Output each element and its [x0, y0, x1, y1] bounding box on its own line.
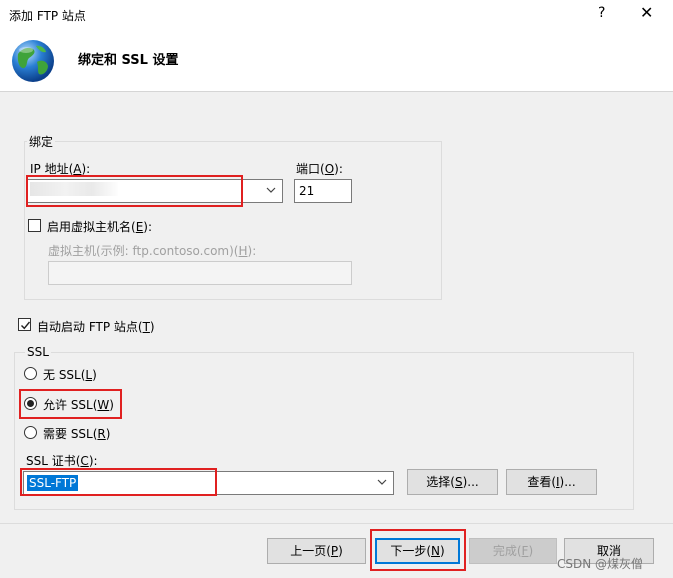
vhost-input	[48, 261, 352, 285]
close-button[interactable]: ✕	[640, 3, 653, 22]
ssl-cert-combo[interactable]: SSL-FTP	[23, 471, 394, 495]
globe-icon	[12, 40, 54, 82]
next-button[interactable]: 下一步(N)	[375, 538, 460, 564]
vhost-checkbox[interactable]	[28, 219, 41, 232]
select-cert-button[interactable]: 选择(S)...	[407, 469, 498, 495]
autostart-label: 自动启动 FTP 站点(T)	[37, 320, 155, 334]
vhost-checkbox-label: 启用虚拟主机名(E):	[47, 220, 153, 234]
footer-divider	[0, 523, 673, 524]
previous-button[interactable]: 上一页(P)	[267, 538, 366, 564]
ssl-allow-radio[interactable]	[24, 397, 37, 410]
ssl-group-label: SSL	[25, 345, 51, 359]
watermark: CSDN @煤灰僧	[557, 557, 644, 571]
port-input[interactable]: 21	[294, 179, 352, 203]
check-icon	[21, 321, 31, 330]
autostart-checkbox[interactable]	[18, 318, 31, 331]
ssl-none-radio[interactable]	[24, 367, 37, 380]
ip-address-label: IP 地址(A):	[30, 162, 91, 176]
finish-button: 完成(F)	[469, 538, 557, 564]
wizard-header: 绑定和 SSL 设置	[0, 30, 673, 92]
vhost-field-label: 虚拟主机(示例: ftp.contoso.com)(H):	[48, 244, 257, 258]
port-label: 端口(O):	[296, 162, 343, 176]
view-cert-button[interactable]: 查看(I)...	[506, 469, 597, 495]
ssl-cert-label: SSL 证书(C):	[26, 454, 98, 468]
radio-selected-dot	[27, 400, 34, 407]
chevron-down-icon[interactable]	[266, 184, 276, 196]
ssl-allow-label: 允许 SSL(W)	[43, 398, 114, 412]
title-bar: 添加 FTP 站点 ? ✕	[0, 0, 673, 30]
help-button[interactable]: ?	[598, 5, 605, 21]
binding-group-label: 绑定	[27, 133, 56, 150]
port-value: 21	[299, 184, 315, 198]
page-heading: 绑定和 SSL 设置	[78, 53, 179, 68]
redacted-ip	[30, 182, 118, 196]
ssl-cert-value: SSL-FTP	[27, 475, 79, 491]
chevron-down-icon[interactable]	[377, 476, 387, 488]
ssl-none-label: 无 SSL(L)	[43, 368, 97, 382]
ssl-require-radio[interactable]	[24, 426, 37, 439]
window-title: 添加 FTP 站点	[9, 9, 86, 23]
ssl-require-label: 需要 SSL(R)	[43, 427, 111, 441]
